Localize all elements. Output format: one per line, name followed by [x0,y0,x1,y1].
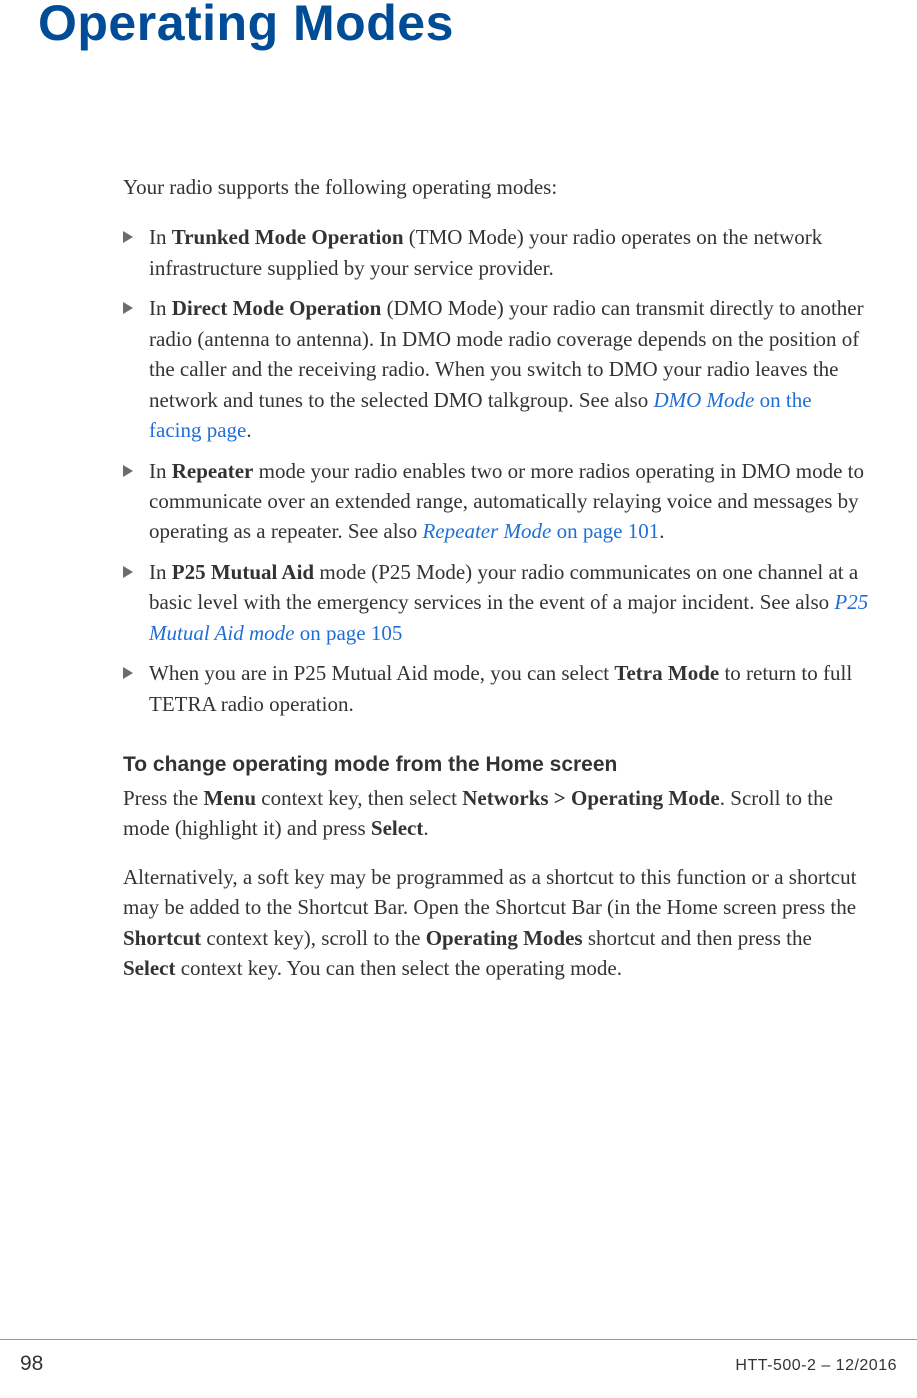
footer: 98 HTT-500-2 – 12/2016 [0,1352,917,1376]
bold-text: Repeater [172,459,254,483]
text: . [423,816,428,840]
text: context key. You can then select the ope… [175,956,622,980]
change-para-1: Press the Menu context key, then select … [123,783,869,844]
doc-id: HTT-500-2 – 12/2016 [735,1357,897,1375]
list-item: In P25 Mutual Aid mode (P25 Mode) your r… [123,557,869,648]
body: Your radio supports the following operat… [123,172,869,984]
list-item: In Trunked Mode Operation (TMO Mode) you… [123,222,869,283]
page: Operating Modes Your radio supports the … [0,0,917,1392]
list-item: In Direct Mode Operation (DMO Mode) your… [123,293,869,445]
subheading-change-mode: To change operating mode from the Home s… [123,753,869,777]
link-repeater-mode[interactable]: Repeater Mode on page 101 [422,519,659,543]
bold-text: P25 Mutual Aid [172,560,314,584]
change-para-2: Alternatively, a soft key may be program… [123,862,869,984]
modes-list: In Trunked Mode Operation (TMO Mode) you… [123,222,869,719]
page-title: Operating Modes [38,0,879,52]
text: When you are in P25 Mutual Aid mode, you… [149,661,614,685]
list-item: In Repeater mode your radio enables two … [123,456,869,547]
intro-text: Your radio supports the following operat… [123,172,869,202]
page-number: 98 [20,1352,43,1376]
bold-text: Tetra Mode [614,661,719,685]
text: . [246,418,251,442]
bold-text: Menu [204,786,257,810]
bold-text: Networks > Operating Mode [462,786,720,810]
text: In [149,225,172,249]
text: In [149,560,172,584]
list-item: When you are in P25 Mutual Aid mode, you… [123,658,869,719]
bold-text: Operating Modes [426,926,583,950]
text: . [659,519,664,543]
footer-divider [0,1339,917,1340]
text: context key), scroll to the [201,926,426,950]
bold-text: Shortcut [123,926,201,950]
text: In [149,296,172,320]
bold-text: Trunked Mode Operation [172,225,404,249]
text: shortcut and then press the [583,926,812,950]
text: In [149,459,172,483]
bold-text: Direct Mode Operation [172,296,382,320]
text: context key, then select [256,786,462,810]
text: Alternatively, a soft key may be program… [123,865,856,919]
bold-text: Select [123,956,175,980]
bold-text: Select [371,816,423,840]
text: Press the [123,786,204,810]
